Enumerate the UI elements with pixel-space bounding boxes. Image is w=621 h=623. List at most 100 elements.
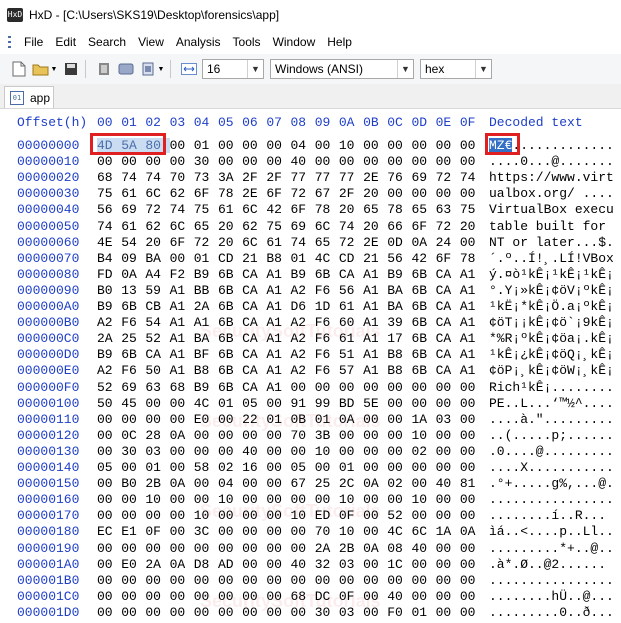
hex-byte-cell[interactable]: A4	[145, 267, 169, 282]
hex-byte-cell[interactable]: 10	[291, 508, 315, 523]
decoded-text[interactable]: ¢öP¡¸kÊ¡¢öW¡¸kÊ¡	[489, 363, 614, 378]
hex-byte-cell[interactable]: 00	[411, 573, 435, 588]
hex-byte-cell[interactable]: BB	[194, 283, 218, 298]
hex-byte-cell[interactable]: 65	[411, 202, 435, 217]
hex-byte-cell[interactable]: 00	[411, 138, 435, 153]
hex-byte-cell[interactable]: 00	[460, 492, 484, 507]
hex-byte-cell[interactable]: 00	[266, 492, 290, 507]
hex-byte-cell[interactable]: 6B	[218, 283, 242, 298]
hex-bytes[interactable]: B9 6B CA A1 BF 6B CA A1 A2 F6 51 A1 B8 6B CA A1	[97, 347, 484, 362]
hex-byte-cell[interactable]: B9	[194, 267, 218, 282]
hex-byte-cell[interactable]: 02	[218, 460, 242, 475]
hex-byte-cell[interactable]: 10	[145, 492, 169, 507]
decoded-text[interactable]: VirtualBox execu	[489, 202, 614, 217]
hex-byte-cell[interactable]: 00	[170, 460, 194, 475]
hex-byte-cell[interactable]: 10	[339, 524, 363, 539]
hex-byte-cell[interactable]: 68	[170, 380, 194, 395]
hex-byte-cell[interactable]: 00	[170, 492, 194, 507]
hex-byte-cell[interactable]: 01	[218, 396, 242, 411]
hex-byte-cell[interactable]: 00	[218, 428, 242, 443]
hex-bytes[interactable]: FD 0A A4 F2 B9 6B CA A1 B9 6B CA A1 B9 6B CA A1	[97, 267, 484, 282]
hex-byte-cell[interactable]: 00	[121, 154, 145, 169]
hex-byte-cell[interactable]: 77	[339, 170, 363, 185]
hex-byte-cell[interactable]: 20	[363, 186, 387, 201]
hex-byte-cell[interactable]: A1	[363, 331, 387, 346]
hex-byte-cell[interactable]: 00	[97, 557, 121, 572]
hex-byte-cell[interactable]: 00	[387, 460, 411, 475]
hex-byte-cell[interactable]: 00	[97, 412, 121, 427]
hex-byte-cell[interactable]: 32	[315, 557, 339, 572]
hex-byte-cell[interactable]: 2E	[363, 170, 387, 185]
hex-byte-cell[interactable]: 62	[242, 219, 266, 234]
hex-byte-cell[interactable]: 00	[145, 589, 169, 604]
hex-byte-cell[interactable]: B8	[387, 347, 411, 362]
hex-byte-cell[interactable]: 00	[436, 541, 460, 556]
hex-byte-cell[interactable]: 00	[411, 476, 435, 491]
hex-byte-cell[interactable]: 2B	[145, 476, 169, 491]
offset-base-select[interactable]: hex ▼	[420, 59, 492, 79]
hex-byte-cell[interactable]: 60	[339, 315, 363, 330]
hex-byte-cell[interactable]: 00	[97, 589, 121, 604]
hex-byte-cell[interactable]: 61	[266, 235, 290, 250]
hex-byte-cell[interactable]: 00	[218, 589, 242, 604]
decoded-text[interactable]: ..(.....p;......	[489, 428, 614, 443]
hex-byte-cell[interactable]: A1	[266, 267, 290, 282]
hex-byte-cell[interactable]: 69	[291, 219, 315, 234]
hex-byte-cell[interactable]: 6B	[218, 331, 242, 346]
hex-byte-cell[interactable]: 00	[121, 573, 145, 588]
hex-byte-cell[interactable]: 00	[460, 380, 484, 395]
hex-byte-cell[interactable]: B9	[97, 347, 121, 362]
hex-byte-cell[interactable]: 0A	[170, 476, 194, 491]
hex-byte-cell[interactable]: 00	[363, 460, 387, 475]
hex-byte-cell[interactable]: 77	[315, 170, 339, 185]
hex-byte-cell[interactable]: B8	[266, 251, 290, 266]
hex-byte-cell[interactable]: 00	[266, 589, 290, 604]
hex-bytes[interactable]: B9 6B CB A1 2A 6B CA A1 D6 1D 61 A1 BA 6B CA A1	[97, 299, 484, 314]
hex-byte-cell[interactable]: 00	[436, 508, 460, 523]
hex-byte-cell[interactable]: 00	[411, 460, 435, 475]
hex-byte-cell[interactable]: CA	[436, 283, 460, 298]
hex-bytes[interactable]: 00 00 00 00 10 00 00 00 10 ED 0F 00 52 00 00 00	[97, 508, 484, 523]
hex-byte-cell[interactable]: 40	[387, 589, 411, 604]
hex-byte-cell[interactable]: CA	[242, 315, 266, 330]
hex-byte-cell[interactable]: 00	[387, 412, 411, 427]
hex-byte-cell[interactable]: 00	[194, 476, 218, 491]
hex-byte-cell[interactable]: 20	[339, 202, 363, 217]
hex-byte-cell[interactable]: 39	[387, 315, 411, 330]
hex-byte-cell[interactable]: 00	[387, 573, 411, 588]
decoded-text[interactable]: ´.º..Í!¸.LÍ!VBox	[489, 251, 614, 266]
hex-byte-cell[interactable]: AD	[218, 557, 242, 572]
hex-byte-cell[interactable]: F2	[170, 267, 194, 282]
hex-byte-cell[interactable]: 00	[242, 476, 266, 491]
hex-byte-cell[interactable]: 00	[387, 138, 411, 153]
hex-byte-cell[interactable]: 20	[460, 219, 484, 234]
hex-byte-cell[interactable]: A2	[291, 283, 315, 298]
hex-byte-cell[interactable]: 00	[218, 541, 242, 556]
hex-byte-cell[interactable]: 2A	[145, 557, 169, 572]
hex-byte-cell[interactable]: CA	[242, 299, 266, 314]
hex-byte-cell[interactable]: 00	[97, 605, 121, 620]
hex-byte-cell[interactable]: 00	[387, 428, 411, 443]
hex-byte-cell[interactable]: A1	[170, 331, 194, 346]
hex-byte-cell[interactable]: 00	[266, 541, 290, 556]
hex-byte-cell[interactable]: CA	[242, 267, 266, 282]
hex-byte-cell[interactable]: 00	[170, 573, 194, 588]
hex-byte-cell[interactable]: 00	[363, 444, 387, 459]
hex-byte-cell[interactable]: 73	[194, 170, 218, 185]
hex-byte-cell[interactable]: 70	[170, 170, 194, 185]
hex-byte-cell[interactable]: 00	[97, 444, 121, 459]
hex-bytes[interactable]: 00000000000000000000000000000000	[97, 573, 484, 588]
hex-bytes[interactable]: 00 00 00 00 30 00 00 00 40 00 00 00 00 00 00 00	[97, 154, 484, 169]
hex-byte-cell[interactable]: 45	[121, 396, 145, 411]
hex-byte-cell[interactable]: 75	[97, 186, 121, 201]
decoded-text[interactable]: Rich¹kÊ¡........	[489, 380, 614, 395]
hex-byte-cell[interactable]: A1	[460, 315, 484, 330]
hex-byte-cell[interactable]: FD	[97, 267, 121, 282]
hex-byte-cell[interactable]: 08	[387, 541, 411, 556]
hex-byte-cell[interactable]: 0A	[170, 428, 194, 443]
hex-editor-view[interactable]: SecuritySoftTutorials SecuritySoftTutori…	[0, 109, 621, 623]
hex-byte-cell[interactable]: A1	[460, 267, 484, 282]
hex-byte-cell[interactable]: 00	[242, 541, 266, 556]
hex-byte-cell[interactable]: 02	[411, 444, 435, 459]
hex-byte-cell[interactable]: 00	[436, 589, 460, 604]
